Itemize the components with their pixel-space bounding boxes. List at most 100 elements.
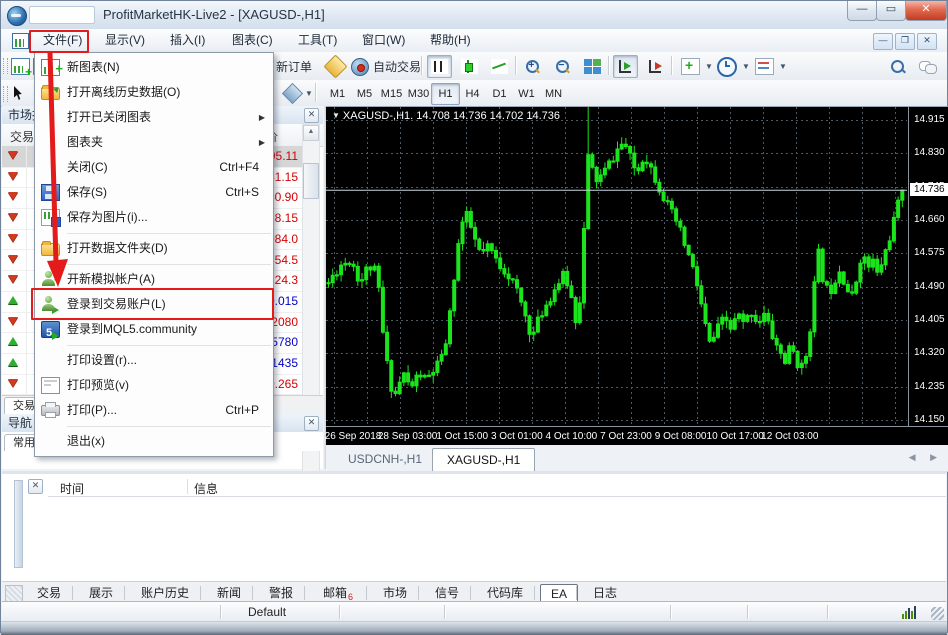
time-axis-label: 1 Oct 15:00 <box>436 431 488 442</box>
file-menu-item-exit[interactable]: 退出(x) <box>35 429 273 454</box>
trend-down-icon <box>8 275 18 283</box>
terminal-tab-0[interactable]: 交易 <box>26 584 72 602</box>
close-button[interactable]: ✕ <box>905 1 947 21</box>
chart-window: ▼XAGUSD-,H1. 14.708 14.736 14.702 14.736… <box>326 106 948 446</box>
price-scale[interactable]: 14.91514.83014.74514.66014.57514.49014.4… <box>908 107 948 426</box>
templates-button[interactable]: ▼ <box>751 55 791 78</box>
scrollbar-thumb[interactable] <box>303 163 319 199</box>
terminal-tab-7[interactable]: 信号 <box>424 584 470 602</box>
title-bar: ProfitMarketHK-Live2 - [XAGUSD-,H1] — ▭ … <box>1 1 947 30</box>
timeframe-M30[interactable]: M30 <box>404 83 433 105</box>
child-restore-button[interactable]: ❐ <box>895 33 915 50</box>
terminal-close-icon[interactable]: ✕ <box>28 479 43 494</box>
price-scale-label: 14.150 <box>914 414 948 425</box>
status-divider <box>670 605 671 619</box>
candles <box>327 107 904 398</box>
child-close-button[interactable]: ✕ <box>917 33 937 50</box>
terminal-tab-10[interactable]: 日志 <box>582 584 628 602</box>
menu-charts[interactable]: 图表(C) <box>223 32 282 49</box>
file-menu-item-open-offline[interactable]: 打开离线历史数据(O) <box>35 80 273 105</box>
terminal-tab-8[interactable]: 代码库 <box>476 584 534 602</box>
maximize-button[interactable]: ▭ <box>876 1 906 21</box>
minimize-button[interactable]: — <box>847 1 877 21</box>
tab-divider <box>200 586 201 600</box>
status-profile[interactable]: Default <box>248 605 286 619</box>
chevron-down-icon: ▼ <box>332 111 340 120</box>
candlestick-button[interactable] <box>457 55 482 78</box>
chart-shift-button[interactable] <box>643 55 668 78</box>
file-menu-item-open-closed-chart[interactable]: 打开已关闭图表▶ <box>35 105 273 130</box>
title-inset-box <box>29 6 95 24</box>
symbols-cycle-button[interactable]: ▼ <box>281 82 317 105</box>
menu-view[interactable]: 显示(V) <box>96 32 154 49</box>
terminal-tab-3[interactable]: 新闻 <box>206 584 252 602</box>
periods-button[interactable]: ▼ <box>713 55 754 78</box>
timeframe-M15[interactable]: M15 <box>377 83 406 105</box>
menu-insert[interactable]: 插入(I) <box>161 32 214 49</box>
terminal-tab-4[interactable]: 警报 <box>258 584 304 602</box>
terminal-grip[interactable] <box>14 480 23 568</box>
bar-chart-button[interactable] <box>427 55 452 78</box>
chat-button[interactable] <box>915 55 940 78</box>
chart-tab-usdcnh-h1[interactable]: USDCNH-,H1 <box>334 448 436 470</box>
search-button[interactable] <box>885 55 910 78</box>
indicators-button[interactable]: ▼ <box>677 55 717 78</box>
timeframe-H1[interactable]: H1 <box>431 83 460 105</box>
timeframe-W1[interactable]: W1 <box>512 83 541 105</box>
line-chart-button[interactable] <box>487 55 512 78</box>
file-menu-item-print-setup[interactable]: 打印设置(r)... <box>35 348 273 373</box>
open-offline-icon <box>41 87 60 100</box>
zoom-out-button[interactable]: − <box>550 55 574 78</box>
file-menu-item-login-trade-account[interactable]: 登录到交易账户(L) <box>35 292 273 317</box>
timeframe-M1[interactable]: M1 <box>323 83 352 105</box>
time-axis-label: 26 Sep 2018 <box>325 431 382 442</box>
child-minimize-button[interactable]: — <box>873 33 893 50</box>
message-column-header[interactable]: 信息 <box>194 480 218 497</box>
time-axis-label: 10 Oct 17:00 <box>707 431 764 442</box>
column-divider <box>187 479 188 494</box>
autotrading-button[interactable]: 自动交易 <box>347 55 425 78</box>
chart-tab-bar: ◀ ▶ USDCNH-,H1XAGUSD-,H1 <box>326 445 948 472</box>
file-menu-item-open-data-folder[interactable]: 打开数据文件夹(D) <box>35 236 273 261</box>
tab-divider <box>576 586 577 600</box>
file-menu-item-save[interactable]: 保存(S)Ctrl+S <box>35 180 273 205</box>
timeframe-M5[interactable]: M5 <box>350 83 379 105</box>
menu-window[interactable]: 窗口(W) <box>353 32 414 49</box>
menu-item-label: 打开数据文件夹(D) <box>67 236 168 261</box>
timeframe-MN[interactable]: MN <box>539 83 568 105</box>
navigator-title: 导航 <box>8 416 32 430</box>
symbols-cycle-icon <box>282 83 303 104</box>
tile-windows-button[interactable] <box>580 55 605 78</box>
terminal-tab-5[interactable]: 邮箱6 <box>310 584 366 602</box>
resize-grip[interactable] <box>931 607 944 620</box>
scroll-up-icon[interactable]: ▲ <box>303 125 319 141</box>
market-watch-close-icon[interactable]: ✕ <box>304 108 319 123</box>
chart-tab-xagusd-h1[interactable]: XAGUSD-,H1 <box>432 448 535 472</box>
toolbar-separator <box>515 56 516 75</box>
zoom-in-button[interactable]: + <box>520 55 544 78</box>
file-menu-item-print-preview[interactable]: 打印预览(v) <box>35 373 273 398</box>
terminal-tab-2[interactable]: 账户历史 <box>130 584 200 602</box>
tab-scroll-arrows[interactable]: ◀ ▶ <box>909 452 943 463</box>
menu-tools[interactable]: 工具(T) <box>289 32 346 49</box>
chart-shift-icon <box>647 59 664 74</box>
file-menu-item-print[interactable]: 打印(P)...Ctrl+P <box>35 398 273 423</box>
file-menu-item-save-picture[interactable]: 保存为图片(i)... <box>35 205 273 230</box>
time-column-header[interactable]: 时间 <box>60 480 84 497</box>
file-menu-item-close[interactable]: 关闭(C)Ctrl+F4 <box>35 155 273 180</box>
timeframe-D1[interactable]: D1 <box>485 83 514 105</box>
file-menu-item-new-demo-account[interactable]: +开新模拟帐户(A) <box>35 267 273 292</box>
terminal-tab-6[interactable]: 市场 <box>372 584 418 602</box>
metaeditor-button[interactable] <box>323 55 348 78</box>
chart-plot[interactable] <box>326 107 907 426</box>
auto-scroll-button[interactable] <box>613 55 638 78</box>
navigator-close-icon[interactable]: ✕ <box>304 416 319 431</box>
file-menu-item-new-chart[interactable]: 新图表(N) <box>35 55 273 80</box>
file-menu-item-profiles[interactable]: 图表夹▶ <box>35 130 273 155</box>
time-axis[interactable]: 26 Sep 201828 Sep 03:001 Oct 15:003 Oct … <box>326 426 948 447</box>
file-menu-item-login-mql5[interactable]: 5登录到MQL5.community <box>35 317 273 342</box>
menu-file[interactable]: 文件(F) <box>34 32 91 49</box>
menu-help[interactable]: 帮助(H) <box>421 32 480 49</box>
terminal-tab-1[interactable]: 展示 <box>78 584 124 602</box>
timeframe-H4[interactable]: H4 <box>458 83 487 105</box>
